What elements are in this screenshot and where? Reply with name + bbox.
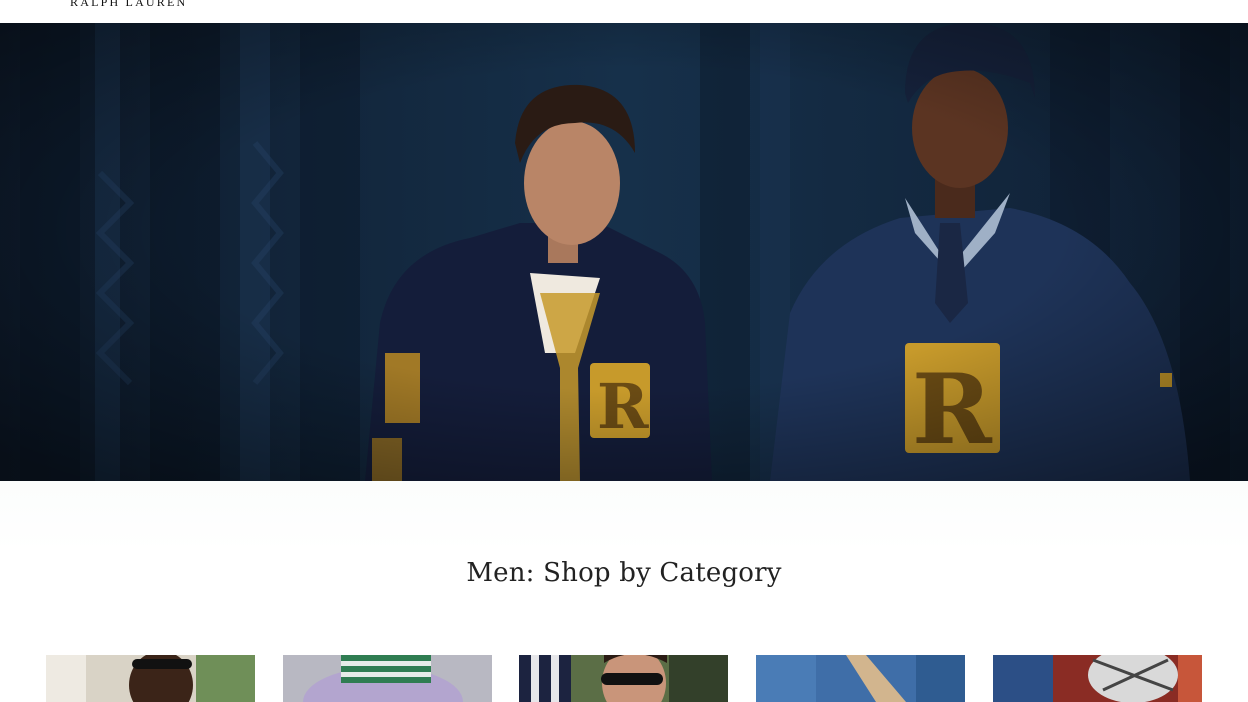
hero-image: R R [0, 23, 1248, 481]
category-tile-4[interactable] [756, 655, 965, 702]
category-tile-2-image [283, 655, 492, 702]
site-header: RALPH LAUREN [0, 0, 1248, 23]
hero-fade [0, 481, 1248, 551]
category-tile-3-image [519, 655, 728, 702]
category-tile-5[interactable] [993, 655, 1202, 702]
category-tile-1-image [46, 655, 255, 702]
category-tiles [0, 655, 1248, 702]
category-tile-5-image [993, 655, 1202, 702]
category-tile-2[interactable] [283, 655, 492, 702]
brand-logo[interactable]: RALPH LAUREN [70, 0, 187, 10]
category-tile-3[interactable] [519, 655, 728, 702]
section-title: Men: Shop by Category [466, 558, 782, 588]
category-tile-1[interactable] [46, 655, 255, 702]
category-tile-4-image [756, 655, 965, 702]
hero-banner[interactable]: R R [0, 23, 1248, 481]
page: RALPH LAUREN Men: Shop by Category [0, 0, 1248, 702]
